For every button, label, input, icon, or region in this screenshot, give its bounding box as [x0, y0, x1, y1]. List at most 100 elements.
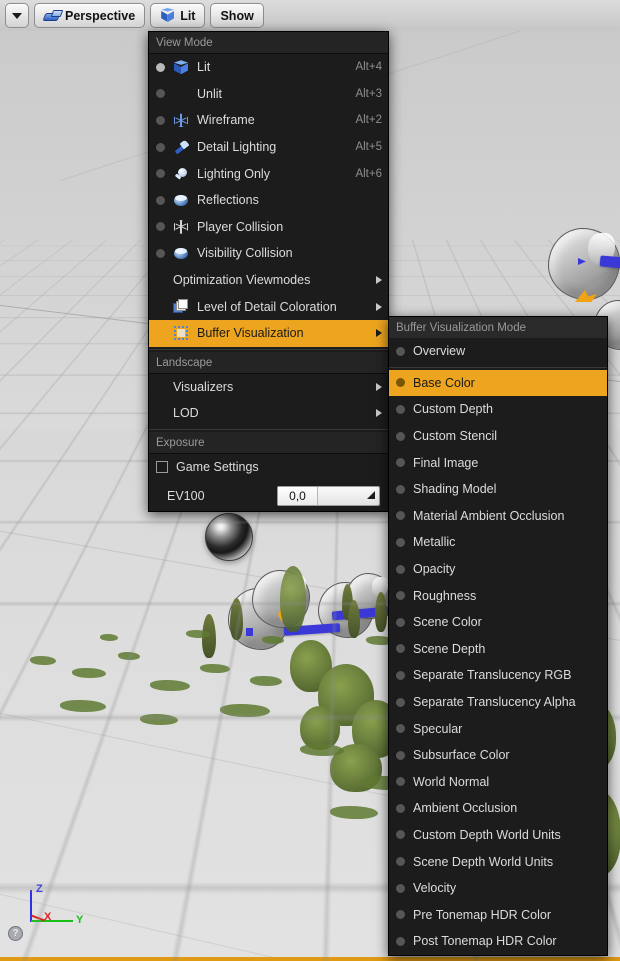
bush-mesh[interactable]	[280, 566, 306, 632]
camera-icon	[44, 10, 60, 22]
axis-z-label: Z	[36, 883, 43, 895]
menu-item-lighting-only[interactable]: Lighting Only Alt+6	[149, 160, 388, 187]
radio-icon	[156, 62, 165, 72]
menu-item-velocity[interactable]: Velocity	[389, 875, 607, 902]
chevron-right-icon	[376, 409, 382, 418]
menu-item-level-of-detail-coloration[interactable]: Level of Detail Coloration	[149, 293, 388, 320]
menu-item-scene-depth[interactable]: Scene Depth	[389, 636, 607, 663]
unlit-shield-icon	[173, 86, 190, 102]
menu-item-custom-depth[interactable]: Custom Depth	[389, 396, 607, 423]
menu-item-base-color[interactable]: Base Color	[389, 369, 607, 397]
grass-patch	[60, 700, 106, 712]
exposure-section-header: Exposure	[149, 431, 388, 454]
menu-separator	[149, 348, 388, 350]
menu-item-optimization-viewmodes[interactable]: Optimization Viewmodes	[149, 267, 388, 294]
axis-x-label: X	[44, 911, 52, 923]
chrome-sphere-mesh[interactable]	[205, 513, 253, 561]
radio-icon	[396, 777, 405, 787]
radio-icon	[156, 169, 165, 179]
menu-item-label: Lit	[197, 60, 211, 75]
menu-item-material-ambient-occlusion[interactable]: Material Ambient Occlusion	[389, 503, 607, 530]
grass-patch	[300, 744, 344, 756]
radio-icon	[396, 346, 405, 356]
buffer-visualization-menu-header: Buffer Visualization Mode	[389, 317, 607, 338]
menu-item-world-normal[interactable]: World Normal	[389, 769, 607, 796]
menu-item-buffer-visualization[interactable]: Buffer Visualization	[149, 319, 388, 347]
radio-icon	[396, 883, 405, 893]
ev100-row[interactable]: EV100 0,0	[149, 481, 388, 511]
menu-item-subsurface-color[interactable]: Subsurface Color	[389, 742, 607, 769]
menu-item-opacity[interactable]: Opacity	[389, 556, 607, 583]
menu-item-scene-color[interactable]: Scene Color	[389, 609, 607, 636]
menu-item-visibility-collision[interactable]: Visibility Collision	[149, 240, 388, 267]
menu-item-label: Pre Tonemap HDR Color	[413, 907, 552, 922]
radio-icon	[156, 89, 165, 99]
menu-item-post-tonemap-hdr-color[interactable]: Post Tonemap HDR Color	[389, 928, 607, 955]
checkbox-icon[interactable]	[156, 461, 168, 474]
menu-item-wireframe[interactable]: Wireframe Alt+2	[149, 107, 388, 134]
radio-icon	[156, 248, 165, 258]
menu-item-detail-lighting[interactable]: Detail Lighting Alt+5	[149, 134, 388, 161]
show-button[interactable]: Show	[210, 3, 264, 28]
viewport-options-button[interactable]	[5, 3, 29, 28]
menu-item-label: Post Tonemap HDR Color	[413, 934, 557, 949]
view-mode-button[interactable]: Lit	[150, 3, 206, 28]
menu-item-separate-translucency-alpha[interactable]: Separate Translucency Alpha	[389, 689, 607, 716]
menu-item-label: Level of Detail Coloration	[197, 299, 337, 314]
menu-item-custom-depth-world-units[interactable]: Custom Depth World Units	[389, 822, 607, 849]
view-mode-menu[interactable]: View Mode Lit Alt+4 Unlit Alt+3 Wirefram…	[148, 31, 389, 512]
menu-item-pre-tonemap-hdr-color[interactable]: Pre Tonemap HDR Color	[389, 901, 607, 928]
menu-item-lit[interactable]: Lit Alt+4	[149, 54, 388, 81]
grass-patch	[140, 714, 178, 725]
menu-separator	[389, 366, 607, 368]
menu-item-specular[interactable]: Specular	[389, 715, 607, 742]
ev100-spinbox[interactable]: 0,0	[277, 485, 380, 506]
menu-item-label: Base Color	[413, 375, 475, 390]
menu-item-scene-depth-world-units[interactable]: Scene Depth World Units	[389, 848, 607, 875]
menu-item-roughness[interactable]: Roughness	[389, 582, 607, 609]
menu-item-label: Subsurface Color	[413, 748, 510, 763]
game-settings-checkbox-row[interactable]: Game Settings	[149, 454, 388, 481]
grass-patch	[200, 664, 230, 673]
menu-item-overview[interactable]: Overview	[389, 338, 607, 365]
tree-mesh[interactable]	[348, 600, 360, 638]
menu-item-label: Reflections	[197, 193, 259, 208]
menu-item-separate-translucency-rgb[interactable]: Separate Translucency RGB	[389, 662, 607, 689]
radio-icon	[396, 803, 405, 813]
radio-icon	[396, 830, 405, 840]
wireframe-cube-icon	[173, 112, 190, 128]
menu-item-label: Specular	[413, 721, 463, 736]
menu-item-metallic[interactable]: Metallic	[389, 529, 607, 556]
radio-icon	[396, 697, 405, 707]
perspective-button[interactable]: Perspective	[34, 3, 146, 28]
ev100-value[interactable]: 0,0	[278, 486, 318, 505]
menu-item-visualizers[interactable]: Visualizers	[149, 374, 388, 401]
menu-item-ambient-occlusion[interactable]: Ambient Occlusion	[389, 795, 607, 822]
menu-item-shading-model[interactable]: Shading Model	[389, 476, 607, 503]
radio-icon	[396, 724, 405, 734]
chevron-right-icon	[376, 329, 382, 338]
axis-y-line	[31, 920, 73, 922]
buffer-visualization-menu[interactable]: Buffer Visualization Mode Overview Base …	[388, 316, 608, 956]
radio-icon	[396, 458, 405, 468]
menu-item-lod[interactable]: LOD	[149, 400, 388, 427]
axis-y-label: Y	[76, 914, 84, 926]
menu-item-label: Lighting Only	[197, 166, 270, 181]
radio-icon	[396, 857, 405, 867]
radio-icon	[396, 644, 405, 654]
grass-patch	[72, 668, 106, 678]
flashlight-icon	[173, 139, 190, 155]
radio-icon	[156, 195, 165, 205]
menu-item-reflections[interactable]: Reflections	[149, 187, 388, 214]
resize-handle-icon[interactable]	[367, 490, 375, 499]
radio-icon	[396, 750, 405, 760]
menu-item-player-collision[interactable]: Player Collision	[149, 214, 388, 241]
menu-item-accel: Alt+5	[355, 141, 382, 154]
dotted-grid-icon	[173, 325, 190, 341]
menu-item-final-image[interactable]: Final Image	[389, 449, 607, 476]
help-icon[interactable]: ?	[8, 926, 23, 941]
menu-item-unlit[interactable]: Unlit Alt+3	[149, 81, 388, 108]
menu-item-custom-stencil[interactable]: Custom Stencil	[389, 423, 607, 450]
menu-item-label: LOD	[173, 406, 199, 421]
visibility-sphere-icon	[173, 245, 190, 261]
